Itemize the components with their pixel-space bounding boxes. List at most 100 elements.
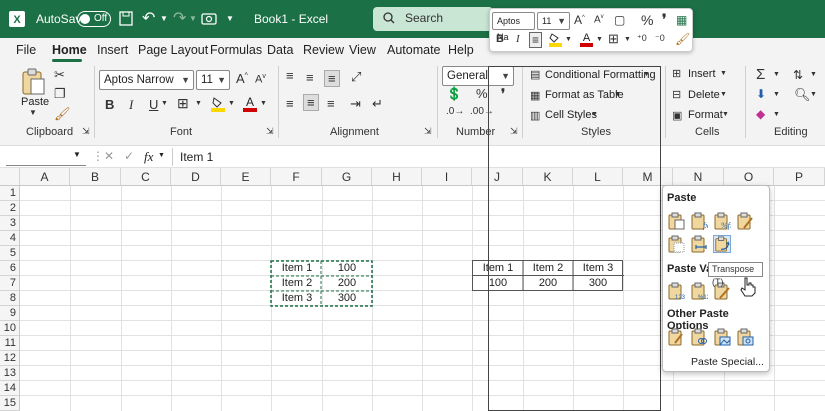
mini-percent-icon[interactable]: %: [641, 12, 653, 28]
col-header-g[interactable]: G: [322, 168, 372, 186]
format-painter-icon[interactable]: 🖌: [54, 106, 71, 122]
camera-icon[interactable]: [201, 0, 217, 38]
row-header-6[interactable]: 6: [0, 261, 20, 276]
mini-format-painter-icon[interactable]: 🖌: [675, 32, 690, 46]
enter-icon[interactable]: ✓: [124, 149, 134, 163]
row-header-9[interactable]: 9: [0, 306, 20, 321]
mini-borders-dropdown-icon[interactable]: ▼: [624, 36, 631, 43]
qat-customize-icon[interactable]: ▼: [226, 0, 234, 38]
fill-color-icon[interactable]: [211, 96, 225, 115]
cut-icon[interactable]: ✂: [54, 67, 65, 83]
col-header-f[interactable]: F: [271, 168, 322, 186]
fill-down-icon[interactable]: ⬇: [756, 87, 766, 101]
cell-g6[interactable]: 100: [322, 261, 372, 276]
mini-table-icon[interactable]: ▦: [676, 13, 687, 27]
bold-icon[interactable]: B: [105, 97, 114, 112]
paste-label[interactable]: Paste: [21, 96, 49, 108]
col-header-n[interactable]: N: [673, 168, 724, 186]
font-color-dropdown-icon[interactable]: ▼: [260, 100, 267, 107]
sort-dropdown-icon[interactable]: ▼: [810, 71, 817, 78]
row-header-11[interactable]: 11: [0, 336, 20, 351]
find-dropdown-icon[interactable]: ▼: [810, 91, 817, 98]
format-cells-icon[interactable]: ▣: [672, 109, 682, 122]
row-header-12[interactable]: 12: [0, 351, 20, 366]
percent-icon[interactable]: %: [476, 86, 488, 101]
orientation-icon[interactable]: ⤢: [351, 69, 361, 85]
paste-no-borders-icon[interactable]: [667, 235, 685, 253]
find-select-icon[interactable]: 🔍︎: [794, 87, 811, 103]
tab-review[interactable]: Review: [303, 43, 344, 57]
col-header-c[interactable]: C: [121, 168, 171, 186]
col-header-i[interactable]: I: [422, 168, 472, 186]
paste-linked-picture-icon[interactable]: [736, 328, 754, 346]
autosave-toggle[interactable]: Off: [77, 11, 111, 27]
alignment-launcher-icon[interactable]: ⇲: [424, 126, 432, 137]
mini-shrink-font-icon[interactable]: Av: [594, 14, 604, 25]
row-header-14[interactable]: 14: [0, 381, 20, 396]
delete-cells-icon[interactable]: ⊟: [672, 88, 681, 101]
indent-icon[interactable]: ⇥: [350, 96, 361, 112]
undo-icon[interactable]: ↶: [142, 0, 155, 38]
tab-file[interactable]: File: [16, 43, 36, 57]
mini-italic-icon[interactable]: I: [516, 33, 520, 45]
accounting-icon[interactable]: 💲: [446, 86, 462, 102]
format-dropdown-icon[interactable]: ▼: [722, 111, 729, 118]
font-launcher-icon[interactable]: ⇲: [266, 126, 274, 137]
col-header-p[interactable]: P: [774, 168, 825, 186]
align-top-icon[interactable]: ≡: [286, 68, 294, 83]
cell-f6[interactable]: Item 1: [272, 261, 322, 276]
search-box[interactable]: Search: [373, 7, 493, 31]
paste-keep-source-format-icon[interactable]: [736, 212, 754, 230]
increase-font-icon[interactable]: A^: [236, 71, 248, 86]
insert-cells-icon[interactable]: ⊞: [672, 67, 681, 80]
cell-f7[interactable]: Item 2: [272, 276, 322, 291]
borders-dropdown-icon[interactable]: ▼: [195, 100, 202, 107]
paste-dropdown-icon[interactable]: ▼: [29, 108, 37, 117]
col-header-b[interactable]: B: [70, 168, 121, 186]
mini-font-select[interactable]: Aptos Na: [492, 12, 535, 42]
align-bottom-icon[interactable]: ≡: [324, 70, 340, 87]
mini-borders-icon[interactable]: ⊞: [608, 31, 619, 47]
row-header-2[interactable]: 2: [0, 201, 20, 216]
paste-all-icon[interactable]: [667, 212, 685, 230]
paste-formatting-icon[interactable]: [667, 328, 685, 346]
decrease-font-icon[interactable]: Av: [255, 73, 266, 86]
row-header-7[interactable]: 7: [0, 276, 20, 291]
row-header-3[interactable]: 3: [0, 216, 20, 231]
col-header-a[interactable]: A: [20, 168, 70, 186]
paste-formulas-icon[interactable]: fx: [690, 212, 709, 230]
underline-icon[interactable]: U: [149, 97, 158, 112]
undo-dropdown-icon[interactable]: ▼: [160, 0, 168, 38]
redo-dropdown-icon[interactable]: ▼: [189, 0, 197, 38]
increase-decimal-icon[interactable]: .0→: [446, 106, 464, 117]
delete-cells-button[interactable]: Delete: [688, 89, 720, 101]
tab-view[interactable]: View: [349, 43, 376, 57]
paste-icon[interactable]: [20, 68, 46, 99]
row-header-8[interactable]: 8: [0, 291, 20, 306]
paste-keep-column-widths-icon[interactable]: [690, 235, 708, 253]
col-header-h[interactable]: H: [372, 168, 422, 186]
mini-grow-font-icon[interactable]: A^: [574, 13, 585, 27]
mini-bold-icon[interactable]: B: [496, 33, 504, 45]
font-color-icon[interactable]: A: [243, 95, 257, 115]
tab-automate[interactable]: Automate: [387, 43, 441, 57]
tab-insert[interactable]: Insert: [97, 43, 128, 57]
autosum-dropdown-icon[interactable]: ▼: [773, 71, 780, 78]
mini-size-select[interactable]: 11 ▼: [537, 12, 570, 30]
cell-f8[interactable]: Item 3: [272, 291, 322, 306]
tab-data[interactable]: Data: [267, 43, 293, 57]
fill-dropdown-icon-2[interactable]: ▼: [773, 91, 780, 98]
insert-cells-button[interactable]: Insert: [688, 68, 716, 80]
autosum-icon[interactable]: Σ: [756, 66, 765, 83]
row-header-15[interactable]: 15: [0, 396, 20, 411]
insert-dropdown-icon[interactable]: ▼: [720, 70, 727, 77]
row-header-5[interactable]: 5: [0, 246, 20, 261]
align-center-icon[interactable]: ≡: [303, 94, 319, 111]
paste-picture-icon[interactable]: [713, 328, 731, 346]
formula-input[interactable]: Item 1: [180, 150, 213, 164]
format-cells-button[interactable]: Format: [688, 109, 723, 121]
col-header-e[interactable]: E: [221, 168, 271, 186]
mini-decrease-decimal-icon[interactable]: ⁻0: [655, 33, 665, 44]
fx-dropdown-icon[interactable]: ▼: [158, 152, 165, 159]
cell-g7[interactable]: 200: [322, 276, 372, 291]
